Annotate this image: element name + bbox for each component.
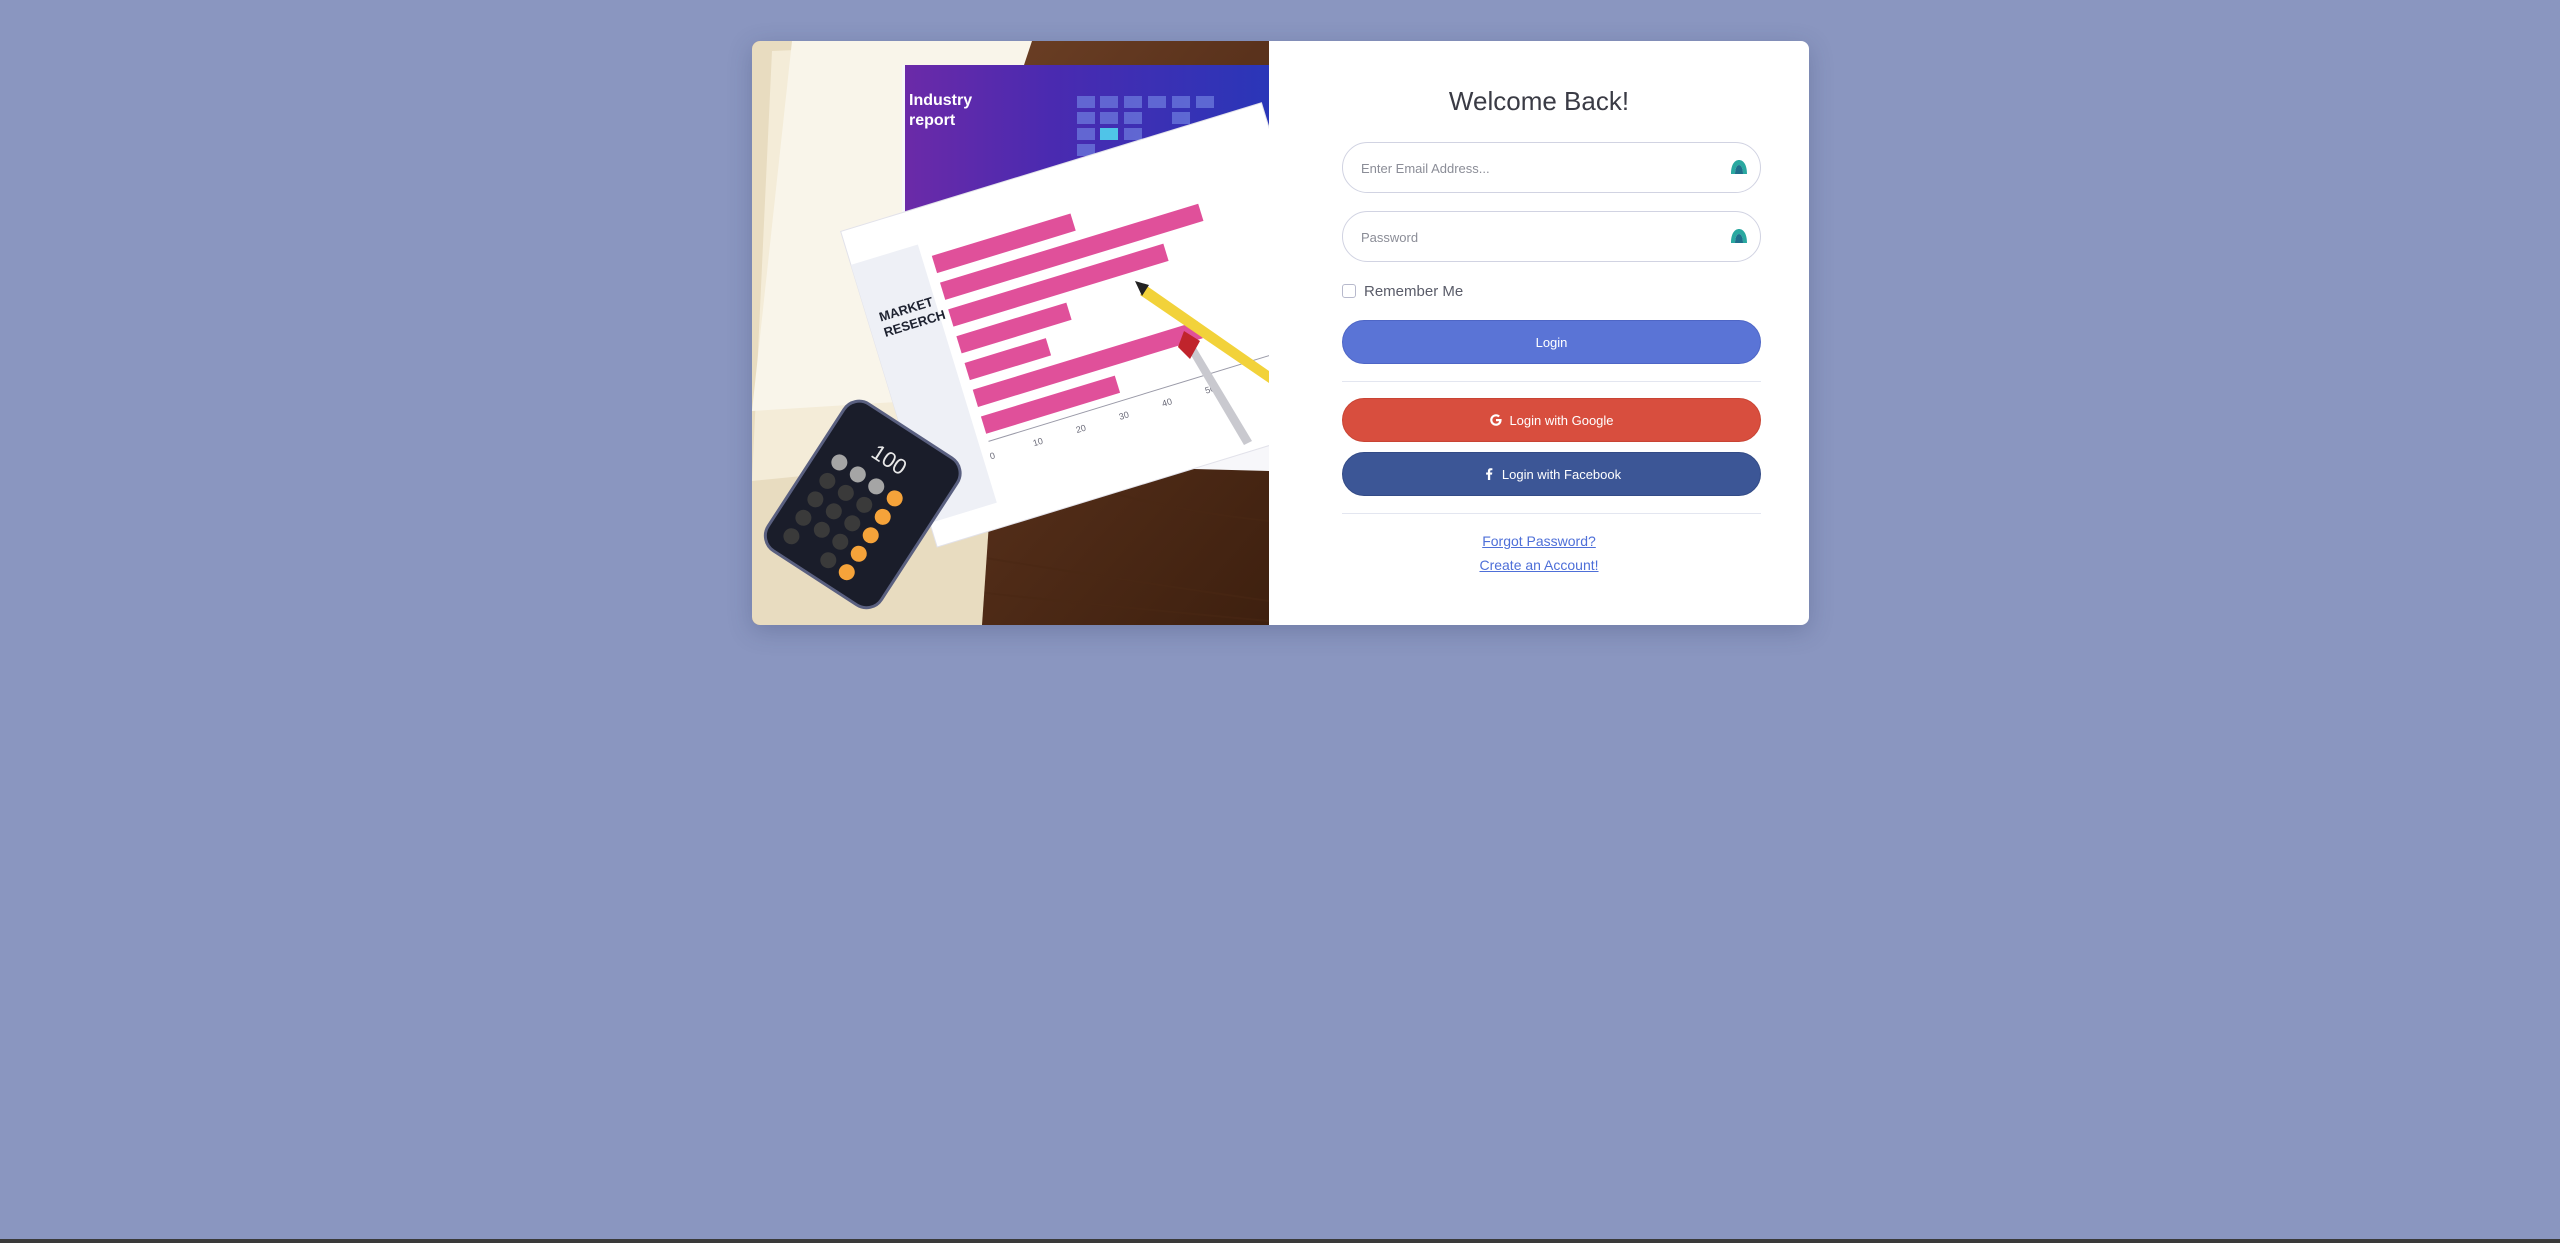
login-form: Welcome Back! Remember Me Login [1269, 41, 1809, 625]
remember-me: Remember Me [1342, 281, 1463, 301]
login-button[interactable]: Login [1342, 320, 1761, 364]
password-field[interactable] [1359, 212, 1713, 263]
remember-me-label[interactable]: Remember Me [1364, 283, 1463, 300]
remember-me-checkbox[interactable] [1342, 284, 1356, 298]
email-field-wrapper [1342, 142, 1761, 194]
page-title: Welcome Back! [1448, 86, 1630, 116]
divider [1342, 513, 1761, 514]
login-button-label: Login [1535, 334, 1568, 350]
facebook-icon [1485, 468, 1493, 480]
password-manager-icon[interactable] [1728, 225, 1750, 247]
divider [1342, 381, 1761, 382]
facebook-button-label: Login with Facebook [1501, 466, 1622, 482]
bottom-edge [0, 1239, 2560, 1243]
password-manager-icon[interactable] [1728, 156, 1750, 178]
google-login-button[interactable]: Login with Google [1342, 398, 1761, 442]
login-illustration: Industry report MARKET RESERCH 0 10 20 3… [752, 41, 1269, 625]
password-field-wrapper [1342, 211, 1761, 263]
login-card: Industry report MARKET RESERCH 0 10 20 3… [752, 41, 1809, 625]
create-account-link[interactable]: Create an Account! [1269, 557, 1809, 573]
google-button-label: Login with Google [1509, 412, 1614, 428]
facebook-login-button[interactable]: Login with Facebook [1342, 452, 1761, 496]
report-title-line2: report [909, 112, 956, 129]
forgot-password-link[interactable]: Forgot Password? [1269, 533, 1809, 549]
email-field[interactable] [1359, 143, 1713, 194]
google-icon [1490, 414, 1503, 426]
market-research-photo: Industry report MARKET RESERCH 0 10 20 3… [752, 41, 1269, 625]
report-title-line1: Industry [909, 92, 972, 109]
